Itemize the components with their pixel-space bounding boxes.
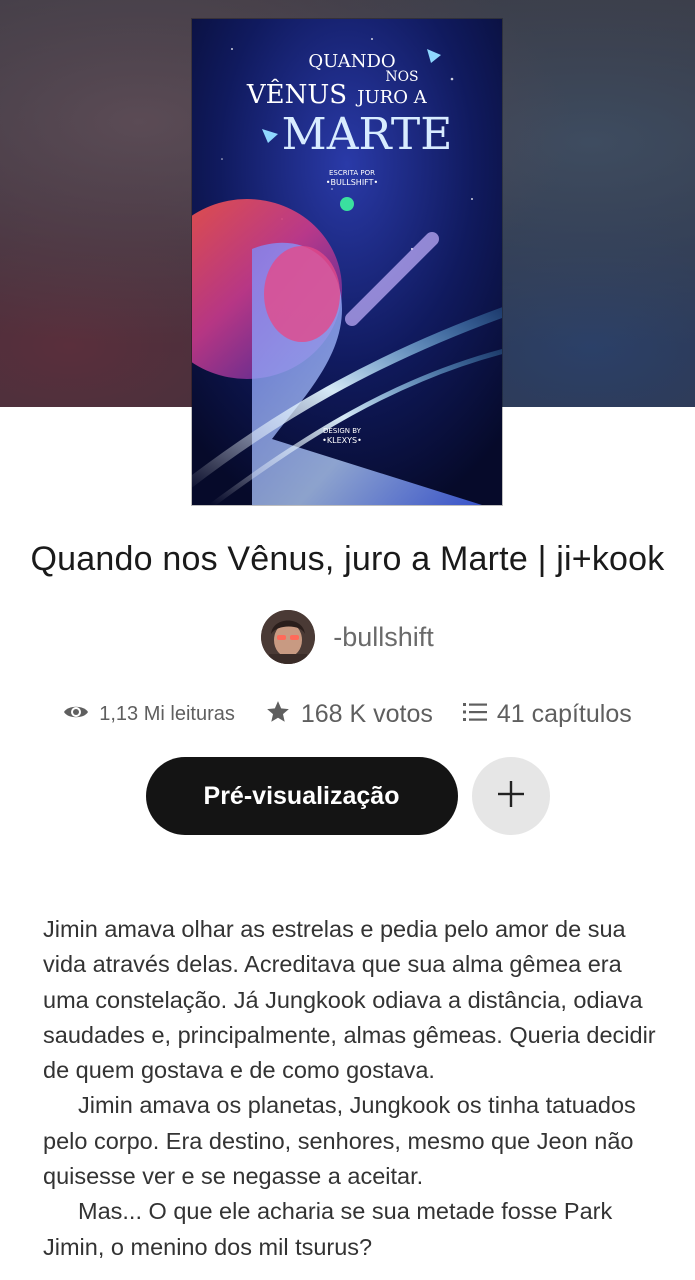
cover-design-by: DESIGN BY (323, 427, 362, 435)
cover-written-by-name: •BULLSHIFT• (326, 178, 379, 187)
reads-count: 1,13 Mi leituras (99, 702, 235, 725)
story-details-page: QUANDO NOS VÊNUS JURO A MARTE ESCRITA PO… (0, 0, 695, 1280)
story-title: Quando nos Vênus, juro a Marte | ji+kook (30, 540, 665, 578)
book-cover[interactable]: QUANDO NOS VÊNUS JURO A MARTE ESCRITA PO… (192, 19, 502, 505)
list-icon (462, 702, 487, 727)
author-avatar[interactable] (261, 610, 316, 664)
chapters-count: 41 capítulos (496, 699, 632, 728)
description-paragraph: Jimin amava os planetas, Jungkook os tin… (43, 1092, 636, 1190)
cover-title-line: MARTE (282, 109, 453, 160)
cover-title-line: JURO A (355, 87, 427, 108)
chapters-stat: 41 capítulos (462, 699, 632, 729)
add-to-library-button[interactable] (471, 757, 550, 835)
votes-count: 168 K votos (300, 699, 433, 728)
preview-button[interactable]: Pré-visualização (145, 757, 458, 835)
cover-title-line: QUANDO (308, 51, 395, 72)
actions-row: Pré-visualização (0, 756, 695, 836)
author-name[interactable]: -bullshift (333, 622, 434, 653)
author-row[interactable]: -bullshift (0, 608, 695, 666)
star-icon (265, 699, 291, 730)
story-stats: 1,13 Mi leituras 168 K votos 41 capítulo… (0, 694, 695, 734)
votes-stat: 168 K votos (265, 699, 433, 730)
cover-title-line: NOS (385, 69, 418, 85)
cover-design-by-name: •KLEXYS• (322, 436, 362, 445)
description-paragraph: Mas... O que ele acharia se sua metade f… (43, 1198, 613, 1260)
cover-title-line: VÊNUS (246, 78, 347, 110)
eye-icon (63, 702, 89, 727)
reads-stat: 1,13 Mi leituras (63, 702, 235, 727)
plus-icon (496, 779, 526, 814)
story-description: Jimin amava olhar as estrelas e pedia pe… (43, 912, 663, 1265)
description-paragraph: Jimin amava olhar as estrelas e pedia pe… (43, 916, 656, 1084)
cover-written-by: ESCRITA POR (329, 169, 375, 177)
